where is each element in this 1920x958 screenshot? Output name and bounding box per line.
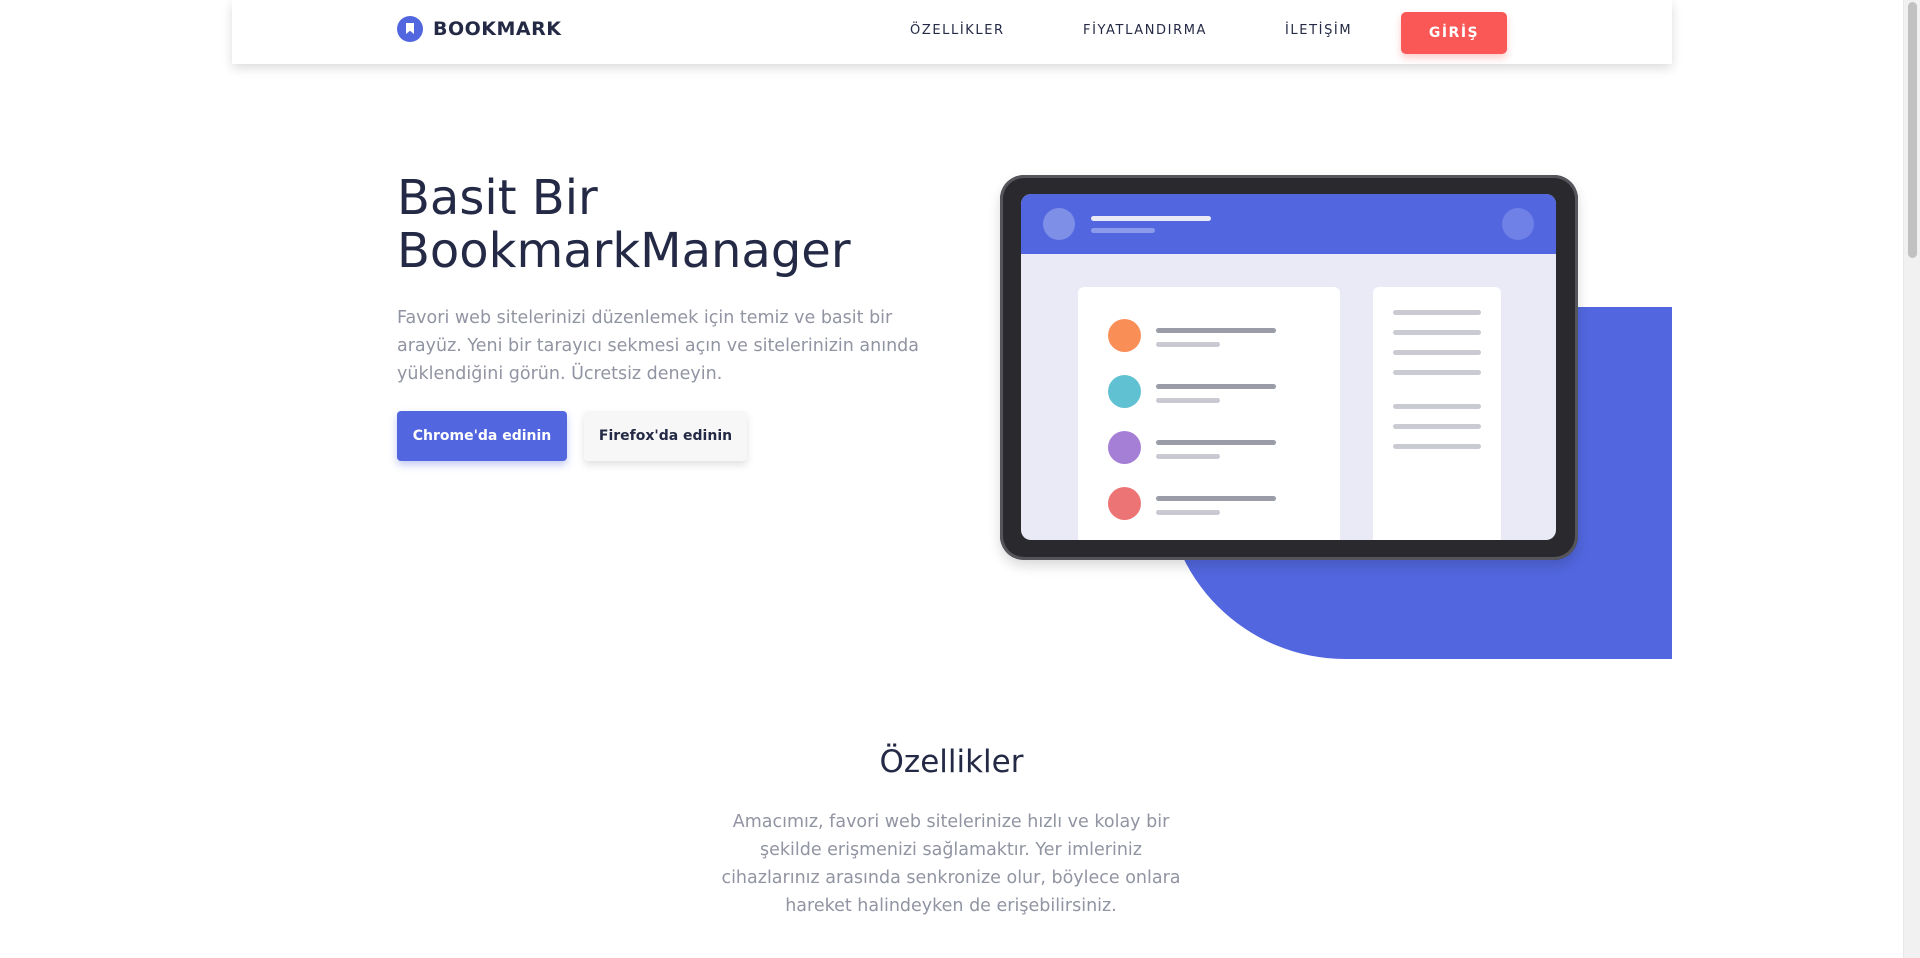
item-line xyxy=(1156,398,1220,403)
side-line xyxy=(1393,350,1481,355)
list-item xyxy=(1108,431,1276,464)
side-line xyxy=(1393,330,1481,335)
bookmark-icon xyxy=(397,16,423,42)
item-line xyxy=(1156,384,1276,389)
logo-text: BOOKMARK xyxy=(433,18,562,40)
avatar-placeholder xyxy=(1043,208,1075,240)
page-scrollbar[interactable] xyxy=(1903,0,1920,958)
item-dot xyxy=(1108,319,1141,352)
side-line xyxy=(1393,370,1481,375)
features-description: Amacımız, favori web sitelerinize hızlı … xyxy=(721,812,1181,916)
hero-title-line1: Basit Bir xyxy=(397,170,598,226)
scrollbar-thumb[interactable] xyxy=(1908,2,1917,258)
bookmark-list-card xyxy=(1078,287,1340,540)
header-line xyxy=(1091,228,1155,233)
item-dot xyxy=(1108,375,1141,408)
item-dot xyxy=(1108,487,1141,520)
hero-title-line2: BookmarkManager xyxy=(397,223,851,279)
list-item xyxy=(1108,319,1276,352)
side-line xyxy=(1393,404,1481,409)
item-line xyxy=(1156,328,1276,333)
item-dot xyxy=(1108,431,1141,464)
side-line xyxy=(1393,444,1481,449)
side-line xyxy=(1393,424,1481,429)
header-line xyxy=(1091,216,1211,221)
hero-title: Basit Bir BookmarkManager xyxy=(397,172,957,278)
tablet-screen xyxy=(1021,194,1556,540)
item-line xyxy=(1156,440,1276,445)
hero-description: Favori web sitelerinizi düzenlemek için … xyxy=(397,308,920,384)
side-line xyxy=(1393,310,1481,315)
list-item xyxy=(1108,375,1276,408)
sidebar-card xyxy=(1373,287,1501,540)
item-line xyxy=(1156,496,1276,501)
logo[interactable]: BOOKMARK xyxy=(397,16,561,42)
features-title: Özellikler xyxy=(879,744,1024,780)
list-item xyxy=(1108,487,1276,520)
item-line xyxy=(1156,342,1220,347)
screen-header xyxy=(1021,194,1556,254)
nav-contact[interactable]: İLETİŞİM xyxy=(1285,23,1352,38)
item-line xyxy=(1156,454,1220,459)
nav-features[interactable]: ÖZELLİKLER xyxy=(910,23,1005,38)
menu-placeholder xyxy=(1502,208,1534,240)
header-bar: BOOKMARK ÖZELLİKLER FİYATLANDIRMA İLETİŞ… xyxy=(232,0,1672,64)
nav-pricing[interactable]: FİYATLANDIRMA xyxy=(1083,23,1207,38)
item-line xyxy=(1156,510,1220,515)
login-button[interactable]: GİRİŞ xyxy=(1401,12,1507,54)
chrome-button[interactable]: Chrome'da edinin xyxy=(397,411,567,461)
firefox-button[interactable]: Firefox'da edinin xyxy=(584,411,747,461)
tablet-illustration xyxy=(1000,175,1578,560)
